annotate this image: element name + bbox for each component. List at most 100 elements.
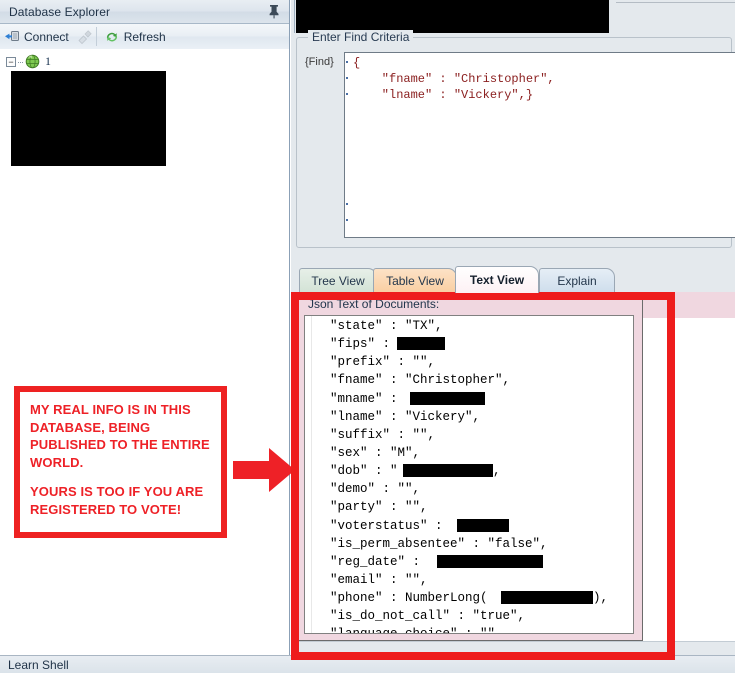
application-window: Database Explorer Connect Refresh − 1 En… bbox=[0, 0, 735, 673]
json-line-text: "phone" : NumberLong( bbox=[315, 591, 488, 606]
json-line-text: "is_perm_absentee" : "false", bbox=[315, 536, 548, 551]
refresh-button[interactable]: Refresh bbox=[100, 25, 172, 48]
json-document-viewer[interactable]: "state" : "TX", "fips" : "prefix" : "", … bbox=[304, 315, 634, 634]
json-line-suffix: ), bbox=[593, 591, 609, 606]
annotation-line-4: WORLD. bbox=[30, 454, 84, 470]
status-bar: Learn Shell bbox=[0, 655, 735, 673]
tab-text-view-label: Text View bbox=[469, 273, 525, 287]
annotation-line-5: YOURS IS TOO IF YOU ARE bbox=[30, 484, 204, 499]
text-view-side-background bbox=[643, 318, 735, 641]
text-view-header-filler bbox=[643, 292, 735, 318]
json-line: "sex" : "M", bbox=[315, 444, 633, 462]
json-line-text: "lname" : "Vickery", bbox=[315, 409, 481, 424]
query-workspace: Enter Find Criteria {Find} { "fname" : "… bbox=[291, 0, 735, 656]
database-explorer-panel: Database Explorer Connect Refresh − 1 bbox=[0, 0, 290, 655]
json-line: "party" : "", bbox=[315, 498, 633, 516]
json-line-text: "state" : "TX", bbox=[315, 319, 443, 333]
json-line: "prefix" : "", bbox=[315, 353, 633, 371]
tab-table-view[interactable]: Table View bbox=[373, 268, 457, 292]
right-arrow-icon bbox=[233, 448, 295, 492]
workspace-splitter[interactable] bbox=[294, 0, 295, 33]
find-query-editor[interactable]: { "fname" : "Christopher", "lname" : "Vi… bbox=[344, 52, 735, 238]
json-line: "email" : "", bbox=[315, 571, 633, 589]
workspace-top-strip bbox=[609, 0, 735, 33]
tree-node-label: 1 bbox=[45, 54, 51, 68]
tab-tree-view-label: Tree View bbox=[311, 273, 365, 288]
connect-plug-icon bbox=[4, 29, 20, 45]
database-tree[interactable]: − 1 bbox=[0, 49, 289, 655]
find-query-line-3: "lname" : "Vickery",} bbox=[353, 88, 534, 102]
globe-icon bbox=[25, 54, 40, 69]
json-line: "is_perm_absentee" : "false", bbox=[315, 535, 633, 553]
redaction-block bbox=[410, 391, 485, 405]
json-line-text: "demo" : "", bbox=[315, 482, 421, 497]
find-query-line-2: "fname" : "Christopher", bbox=[353, 72, 555, 86]
json-line: "language_choice" : "", bbox=[315, 625, 633, 633]
annotation-text: MY REAL INFO IS IN THIS DATABASE, BEING … bbox=[30, 401, 211, 518]
find-query-line-1: { bbox=[353, 56, 361, 70]
refresh-arrows-icon bbox=[104, 29, 120, 45]
text-view-panel: Json Text of Documents: "state" : "TX", … bbox=[295, 292, 643, 641]
tab-explain-label: Explain bbox=[557, 273, 597, 288]
annotation-spacer bbox=[30, 471, 211, 483]
status-bar-text: Learn Shell bbox=[8, 657, 69, 672]
redaction-block bbox=[437, 554, 543, 568]
annotation-line-3: PUBLISHED TO THE ENTIRE bbox=[30, 437, 210, 452]
json-line: "lname" : "Vickery", bbox=[315, 408, 633, 426]
connect-button[interactable]: Connect bbox=[0, 25, 75, 48]
json-line-text: "suffix" : "", bbox=[315, 427, 436, 442]
workspace-top-divider bbox=[616, 2, 735, 3]
redaction-block bbox=[403, 464, 493, 478]
annotation-line-2: DATABASE, BEING bbox=[30, 419, 151, 435]
json-line: "fips" : bbox=[315, 335, 633, 353]
json-line-text: "dob" : " bbox=[315, 464, 398, 479]
tree-expander-icon[interactable]: − bbox=[6, 56, 16, 67]
json-line-text: "prefix" : "", bbox=[315, 355, 436, 370]
json-line-text: "language_choice" : "", bbox=[315, 627, 503, 633]
tree-node-root[interactable]: − 1 bbox=[6, 53, 289, 70]
json-line: "demo" : "", bbox=[315, 480, 633, 498]
find-label: {Find} bbox=[305, 56, 334, 68]
redaction-block bbox=[397, 337, 445, 351]
json-line: "dob" : ", bbox=[315, 462, 633, 480]
connect-label: Connect bbox=[24, 29, 69, 44]
annotation-line-1: MY REAL INFO IS IN THIS bbox=[30, 402, 191, 417]
json-line-text: "mname" : bbox=[315, 391, 406, 406]
json-line-text: "is_do_not_call" : "true", bbox=[315, 609, 526, 624]
redaction-block-tree bbox=[11, 71, 166, 166]
json-text-header: Json Text of Documents: bbox=[308, 297, 440, 311]
panel-title: Database Explorer bbox=[9, 4, 111, 19]
json-viewer-gutter bbox=[305, 316, 312, 633]
json-line-text: "sex" : "M", bbox=[315, 445, 421, 460]
json-line: "fname" : "Christopher", bbox=[315, 371, 633, 389]
annotation-callout-box: MY REAL INFO IS IN THIS DATABASE, BEING … bbox=[14, 386, 227, 538]
json-line-text: "email" : "", bbox=[315, 572, 428, 587]
json-line: "mname" : bbox=[315, 390, 633, 408]
json-line: "is_do_not_call" : "true", bbox=[315, 607, 633, 625]
annotation-line-6: REGISTERED TO VOTE! bbox=[30, 501, 182, 517]
tree-connector-line bbox=[18, 61, 23, 63]
toolbar-separator bbox=[95, 27, 97, 46]
json-line-suffix: , bbox=[493, 464, 501, 479]
redaction-block bbox=[457, 518, 509, 532]
redaction-block bbox=[501, 591, 593, 605]
json-line: "voterstatus" : bbox=[315, 517, 633, 535]
json-line: "reg_date" : bbox=[315, 553, 633, 571]
json-line: "state" : "TX", bbox=[315, 317, 633, 335]
json-line: "suffix" : "", bbox=[315, 426, 633, 444]
disconnect-plug-icon[interactable] bbox=[77, 29, 93, 45]
json-line-text: "voterstatus" : bbox=[315, 518, 451, 533]
json-line-text: "party" : "", bbox=[315, 500, 428, 515]
tab-tree-view[interactable]: Tree View bbox=[299, 268, 377, 292]
pin-icon[interactable] bbox=[267, 3, 281, 19]
find-criteria-group: Enter Find Criteria {Find} { "fname" : "… bbox=[296, 30, 735, 248]
refresh-label: Refresh bbox=[123, 29, 166, 44]
tab-text-view[interactable]: Text View bbox=[455, 266, 539, 293]
redaction-block-toolbar bbox=[296, 0, 609, 33]
find-criteria-legend: Enter Find Criteria bbox=[308, 30, 414, 44]
json-line: "phone" : NumberLong(), bbox=[315, 589, 633, 607]
result-tabstrip: Tree View Table View Text View Explain bbox=[295, 266, 733, 293]
tab-explain[interactable]: Explain bbox=[539, 268, 615, 292]
panel-title-bar: Database Explorer bbox=[0, 0, 289, 24]
json-line-text: "fips" : bbox=[315, 337, 398, 352]
